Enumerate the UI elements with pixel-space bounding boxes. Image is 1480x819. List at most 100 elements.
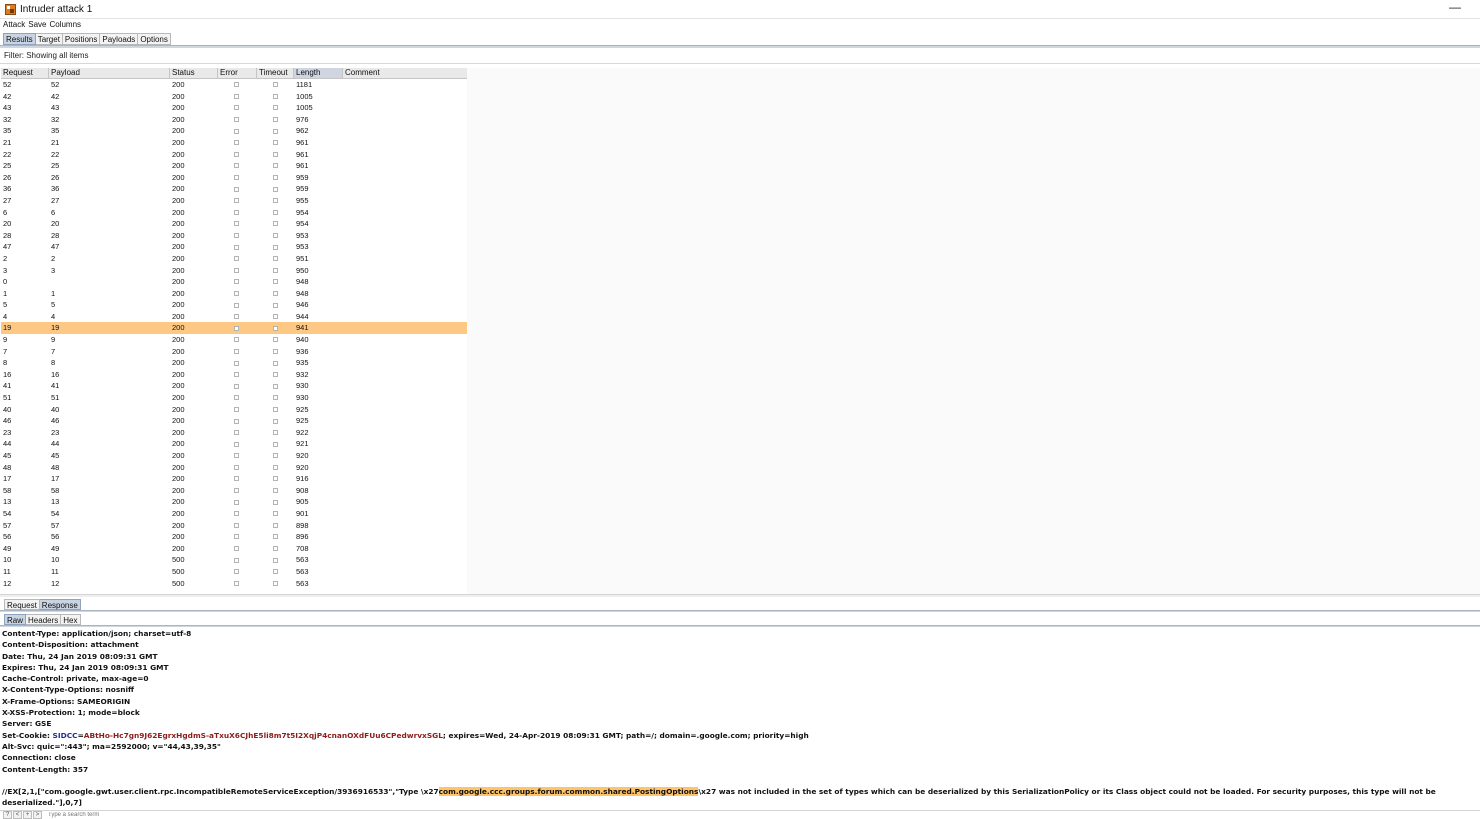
table-row[interactable]: 28 28 200 953	[1, 230, 467, 242]
tab-raw[interactable]: Raw	[4, 614, 27, 625]
tab-options[interactable]: Options	[138, 33, 171, 45]
column-header-payload[interactable]: Payload	[49, 68, 170, 78]
cell-length: 930	[296, 381, 309, 391]
table-header: Request Payload Status Error Timeout Len…	[1, 68, 467, 79]
table-row[interactable]: 23 23 200 922	[1, 427, 467, 439]
help-icon[interactable]: ?	[3, 811, 12, 819]
error-checkbox	[234, 395, 239, 401]
table-row[interactable]: 11 11 500 563	[1, 566, 467, 578]
table-row[interactable]: 52 52 200 1181	[1, 79, 467, 91]
table-row[interactable]: 0 200 948	[1, 276, 467, 288]
menu-columns[interactable]: Columns	[49, 20, 81, 32]
tab-results[interactable]: Results	[3, 33, 36, 45]
timeout-checkbox	[273, 325, 278, 331]
table-row[interactable]: 42 42 200 1005	[1, 91, 467, 103]
table-row[interactable]: 13 13 200 905	[1, 496, 467, 508]
table-row[interactable]: 51 51 200 930	[1, 392, 467, 404]
cell-length: 961	[296, 137, 309, 147]
table-row[interactable]: 16 16 200 932	[1, 369, 467, 381]
table-row[interactable]: 54 54 200 901	[1, 508, 467, 520]
table-row[interactable]: 35 35 200 962	[1, 125, 467, 137]
add-icon[interactable]: +	[23, 811, 32, 819]
cell-payload: 58	[51, 485, 60, 495]
tab-request[interactable]: Request	[4, 599, 40, 610]
table-row[interactable]: 45 45 200 920	[1, 450, 467, 462]
column-header-error[interactable]: Error	[218, 68, 257, 78]
table-row[interactable]: 41 41 200 930	[1, 380, 467, 392]
next-match-icon[interactable]: >	[33, 811, 42, 819]
table-row[interactable]: 46 46 200 925	[1, 415, 467, 427]
table-row[interactable]: 36 36 200 959	[1, 183, 467, 195]
tab-hex[interactable]: Hex	[61, 614, 81, 625]
search-input[interactable]	[48, 811, 248, 819]
table-row[interactable]: 47 47 200 953	[1, 241, 467, 253]
tab-payloads[interactable]: Payloads	[100, 33, 139, 45]
table-row[interactable]: 7 7 200 936	[1, 346, 467, 358]
table-row[interactable]: 21 21 200 961	[1, 137, 467, 149]
table-row[interactable]: 22 22 200 961	[1, 149, 467, 161]
table-row[interactable]: 3 3 200 950	[1, 265, 467, 277]
previous-match-icon[interactable]: <	[13, 811, 22, 819]
cell-payload: 56	[51, 532, 60, 542]
table-row[interactable]: 44 44 200 921	[1, 438, 467, 450]
table-row[interactable]: 12 12 500 563	[1, 578, 467, 590]
minimize-icon[interactable]: —	[1448, 1, 1462, 14]
table-row[interactable]: 19 19 200 941	[1, 322, 467, 335]
column-header-timeout[interactable]: Timeout	[257, 68, 294, 78]
results-table: Request Payload Status Error Timeout Len…	[1, 68, 467, 594]
tab-target[interactable]: Target	[35, 33, 63, 45]
cell-comment	[343, 311, 467, 323]
table-row[interactable]: 1 1 200 948	[1, 288, 467, 300]
table-row[interactable]: 58 58 200 908	[1, 485, 467, 497]
tab-response[interactable]: Response	[39, 599, 81, 610]
table-row[interactable]: 56 56 200 896	[1, 531, 467, 543]
cell-timeout	[257, 566, 294, 578]
cell-comment	[343, 520, 467, 532]
table-row[interactable]: 57 57 200 898	[1, 520, 467, 532]
table-row[interactable]: 20 20 200 954	[1, 218, 467, 230]
table-row[interactable]: 49 49 200 708	[1, 543, 467, 555]
error-checkbox	[234, 209, 239, 215]
error-checkbox	[234, 198, 239, 204]
table-row[interactable]: 9 9 200 940	[1, 334, 467, 346]
cell-status: 200	[172, 323, 185, 333]
table-row[interactable]: 48 48 200 920	[1, 462, 467, 474]
column-header-request[interactable]: Request	[1, 68, 49, 78]
table-row[interactable]: 4 4 200 944	[1, 311, 467, 323]
cell-payload: 21	[51, 137, 60, 147]
cell-timeout	[257, 114, 294, 126]
cell-error	[218, 91, 257, 103]
timeout-checkbox	[273, 128, 278, 134]
response-header-line: X-XSS-Protection: 1; mode=block	[2, 708, 140, 718]
menu-attack[interactable]: Attack	[3, 20, 25, 32]
error-checkbox	[234, 522, 239, 528]
table-row[interactable]: 5 5 200 946	[1, 299, 467, 311]
table-row[interactable]: 10 10 500 563	[1, 554, 467, 566]
response-viewer[interactable]: Content-Type: application/json; charset=…	[2, 628, 1478, 809]
error-checkbox	[234, 499, 239, 505]
table-row[interactable]: 26 26 200 959	[1, 172, 467, 184]
table-row[interactable]: 8 8 200 935	[1, 357, 467, 369]
table-row[interactable]: 40 40 200 925	[1, 404, 467, 416]
table-row[interactable]: 6 6 200 954	[1, 207, 467, 219]
table-row[interactable]: 17 17 200 916	[1, 473, 467, 485]
cell-comment	[343, 137, 467, 149]
column-header-comment[interactable]: Comment	[343, 68, 467, 78]
table-row[interactable]: 32 32 200 976	[1, 114, 467, 126]
response-header-line: Content-Type: application/json; charset=…	[2, 629, 192, 638]
menu-save[interactable]: Save	[28, 20, 46, 32]
table-row[interactable]: 25 25 200 961	[1, 160, 467, 172]
table-row[interactable]: 2 2 200 951	[1, 253, 467, 265]
filter-bar[interactable]: Filter: Showing all items	[4, 51, 88, 60]
column-header-status[interactable]: Status	[170, 68, 218, 78]
tab-positions[interactable]: Positions	[62, 33, 101, 45]
table-row[interactable]: 43 43 200 1005	[1, 102, 467, 114]
cell-comment	[343, 508, 467, 520]
pane-splitter[interactable]	[0, 594, 1480, 597]
timeout-checkbox	[273, 93, 278, 99]
column-header-length[interactable]: Length	[294, 68, 343, 78]
cell-error	[218, 346, 257, 358]
tab-headers[interactable]: Headers	[26, 614, 62, 625]
error-checkbox	[234, 372, 239, 378]
table-row[interactable]: 27 27 200 955	[1, 195, 467, 207]
